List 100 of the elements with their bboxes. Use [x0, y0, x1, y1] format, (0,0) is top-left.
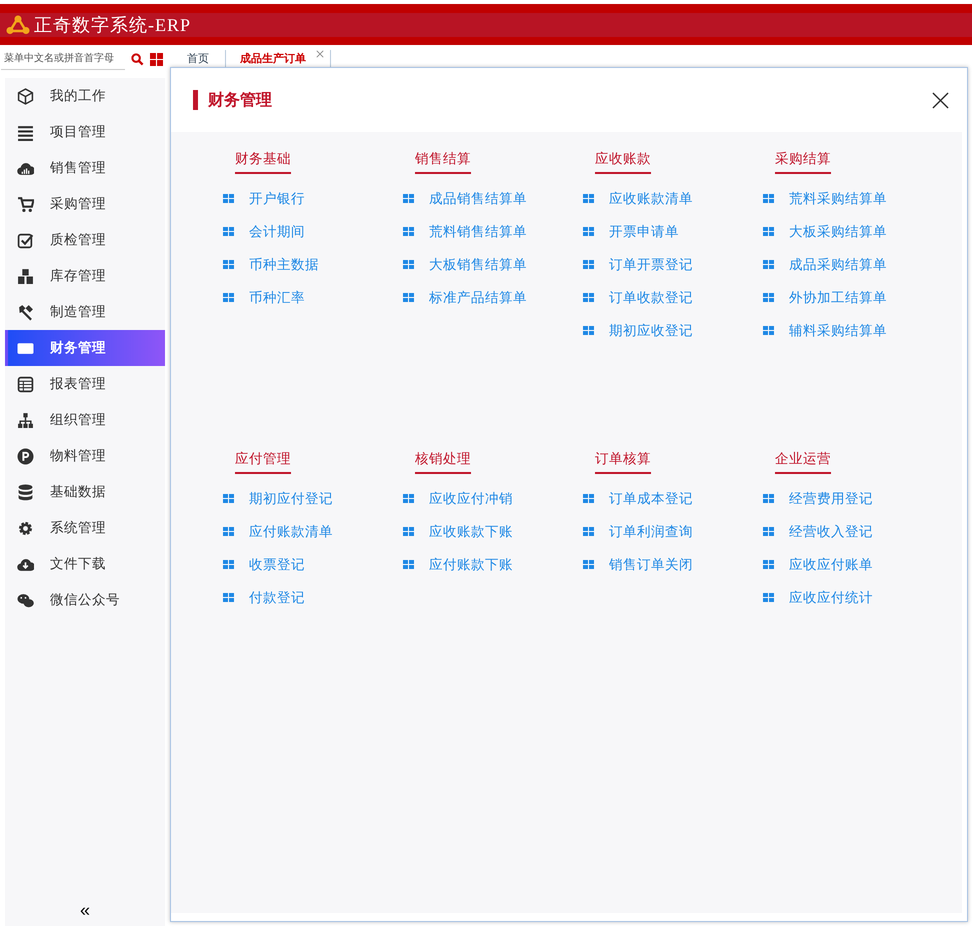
- grid-icon: [583, 293, 594, 302]
- sidebar-item[interactable]: 质检管理: [5, 222, 165, 258]
- grid-icon: [763, 326, 774, 335]
- org-chart-icon: [17, 412, 34, 428]
- sidebar-item[interactable]: 报表管理: [5, 366, 165, 402]
- grid-icon: [403, 527, 414, 536]
- chat-icon: [17, 592, 34, 608]
- menu-link[interactable]: 期初应付登记: [223, 482, 333, 515]
- group-heading: 销售结算: [415, 150, 471, 174]
- search-icon[interactable]: [131, 52, 144, 66]
- grid-icon: [583, 326, 594, 335]
- grid-icon: [583, 560, 594, 569]
- menu-link[interactable]: 订单收款登记: [583, 281, 693, 314]
- group-heading: 企业运营: [775, 450, 831, 474]
- grid-icon: [403, 194, 414, 203]
- sidebar-item[interactable]: 物料管理: [5, 438, 165, 474]
- grid-icon: [223, 560, 234, 569]
- sidebar-item[interactable]: 系统管理: [5, 510, 165, 546]
- table-icon: [17, 376, 34, 392]
- group-heading: 采购结算: [775, 150, 831, 174]
- grid-icon: [403, 494, 414, 503]
- menu-link[interactable]: 应收应付账单: [763, 548, 873, 581]
- grid-icon: [403, 227, 414, 236]
- grid-icon: [223, 293, 234, 302]
- menu-link[interactable]: 销售订单关闭: [583, 548, 693, 581]
- menu-link[interactable]: 收票登记: [223, 548, 305, 581]
- menu-link[interactable]: 荒料销售结算单: [403, 215, 527, 248]
- grid-icon: [583, 494, 594, 503]
- panel-title: 财务管理: [193, 90, 272, 110]
- menu-link[interactable]: 币种主数据: [223, 248, 319, 281]
- sidebar-item[interactable]: 库存管理: [5, 258, 165, 294]
- grid-icon: [763, 527, 774, 536]
- menu-link[interactable]: 应付账款下账: [403, 548, 513, 581]
- menu-link[interactable]: 开票申请单: [583, 215, 679, 248]
- group-heading: 订单核算: [595, 450, 651, 474]
- menu-link[interactable]: 付款登记: [223, 581, 305, 614]
- menu-link[interactable]: 经营费用登记: [763, 482, 873, 515]
- grid-icon: [583, 260, 594, 269]
- grid-icon: [223, 494, 234, 503]
- sidebar-item[interactable]: 采购管理: [5, 186, 165, 222]
- sidebar-item[interactable]: 项目管理: [5, 114, 165, 150]
- group-heading: 应收账款: [595, 150, 651, 174]
- grid-icon: [583, 527, 594, 536]
- menu-link[interactable]: 大板采购结算单: [763, 215, 887, 248]
- menu-link[interactable]: 大板销售结算单: [403, 248, 527, 281]
- sidebar-item[interactable]: 基础数据: [5, 474, 165, 510]
- menu-link[interactable]: 订单开票登记: [583, 248, 693, 281]
- collapse-button[interactable]: «: [74, 899, 96, 922]
- grid-icon[interactable]: [150, 52, 163, 66]
- grid-icon: [583, 194, 594, 203]
- sidebar-item[interactable]: 文件下载: [5, 546, 165, 582]
- grid-icon: [763, 293, 774, 302]
- cart-icon: [17, 196, 34, 212]
- menu-link[interactable]: 荒料采购结算单: [763, 182, 887, 215]
- database-icon: [17, 484, 34, 500]
- menu-link[interactable]: 应收应付冲销: [403, 482, 513, 515]
- menu-link[interactable]: 开户银行: [223, 182, 305, 215]
- menu-link[interactable]: 订单成本登记: [583, 482, 693, 515]
- menu-link[interactable]: 币种汇率: [223, 281, 305, 314]
- tab[interactable]: 首页: [177, 50, 219, 68]
- grid-icon: [763, 593, 774, 602]
- grid-icon: [223, 527, 234, 536]
- logo-icon: [6, 15, 30, 35]
- menu-link[interactable]: 应收应付统计: [763, 581, 873, 614]
- menu-link[interactable]: 成品采购结算单: [763, 248, 887, 281]
- menu-link[interactable]: 应收账款清单: [583, 182, 693, 215]
- sidebar-item[interactable]: 财务管理: [5, 330, 165, 366]
- grid-icon: [403, 260, 414, 269]
- grid-icon: [403, 560, 414, 569]
- sidebar-item[interactable]: 制造管理: [5, 294, 165, 330]
- sidebar-item[interactable]: 组织管理: [5, 402, 165, 438]
- menu-link[interactable]: 辅料采购结算单: [763, 314, 887, 347]
- close-icon[interactable]: [932, 92, 949, 108]
- grid-icon: [763, 260, 774, 269]
- menu-link[interactable]: 会计期间: [223, 215, 305, 248]
- group-heading: 财务基础: [235, 150, 291, 174]
- group-heading: 应付管理: [235, 450, 291, 474]
- menu-link[interactable]: 经营收入登记: [763, 515, 873, 548]
- menu-link[interactable]: 应付账款清单: [223, 515, 333, 548]
- sidebar-item[interactable]: 微信公众号: [5, 582, 165, 618]
- group-heading: 核销处理: [415, 450, 471, 474]
- sidebar-item[interactable]: 销售管理: [5, 150, 165, 186]
- grid-icon: [763, 227, 774, 236]
- checkbox-icon: [17, 232, 34, 248]
- p-circle-icon: [17, 448, 34, 464]
- menu-link[interactable]: 成品销售结算单: [403, 182, 527, 215]
- grid-icon: [403, 293, 414, 302]
- menu-link[interactable]: 外协加工结算单: [763, 281, 887, 314]
- sidebar-item[interactable]: 我的工作: [5, 78, 165, 114]
- menu-link[interactable]: 标准产品结算单: [403, 281, 527, 314]
- menu-link[interactable]: 订单利润查询: [583, 515, 693, 548]
- grid-icon: [583, 227, 594, 236]
- grid-icon: [223, 260, 234, 269]
- boxes-icon: [17, 268, 34, 284]
- cube-icon: [17, 88, 34, 104]
- menu-link[interactable]: 应收账款下账: [403, 515, 513, 548]
- menu-link[interactable]: 期初应收登记: [583, 314, 693, 347]
- app-title: 正奇数字系统-ERP: [34, 14, 192, 37]
- tools-icon: [17, 304, 34, 320]
- grid-icon: [763, 560, 774, 569]
